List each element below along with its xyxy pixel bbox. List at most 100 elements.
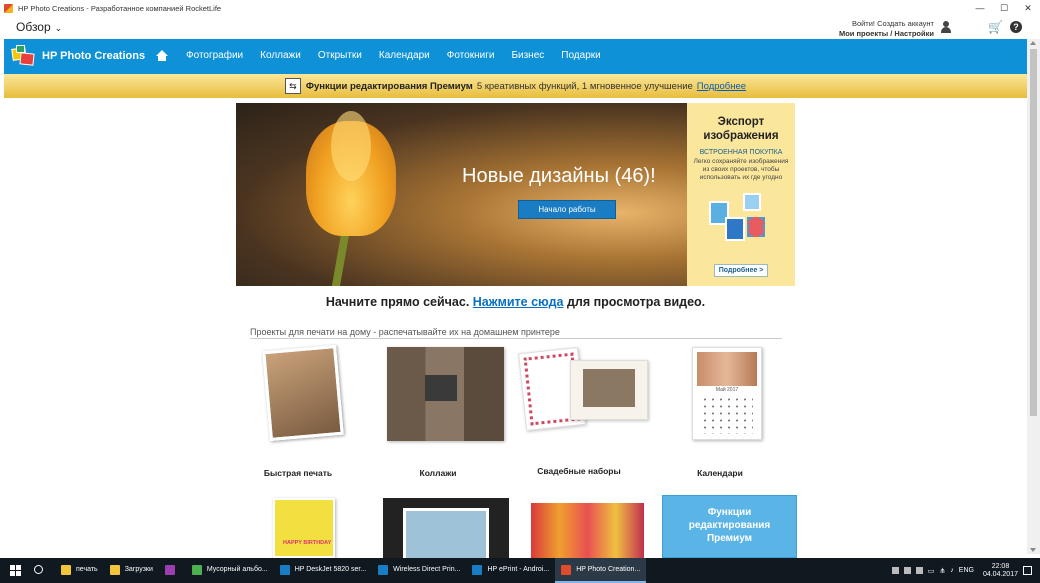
overview-label: Обзор — [16, 20, 51, 34]
calendar-image[interactable]: Май 2017 — [692, 347, 762, 440]
collages-label[interactable]: Коллажи — [373, 468, 503, 478]
vertical-scrollbar[interactable] — [1027, 39, 1040, 554]
premium-more-link[interactable]: Подробнее — [697, 81, 746, 92]
window-title: HP Photo Creations - Разработанное компа… — [18, 3, 222, 13]
calendar-month: Май 2017 — [715, 387, 739, 393]
promo-subtitle: ВСТРОЕННАЯ ПОКУПКА — [699, 149, 783, 156]
nav-item-cards[interactable]: Открытки — [318, 50, 362, 61]
volume-icon[interactable]: ♪ — [950, 567, 954, 574]
account-links: Войти! Создать аккаунт Мои проекты / Нас… — [839, 19, 934, 39]
birthday-card-text: HAPPY BIRTHDAY — [283, 540, 332, 546]
app-icon — [61, 564, 71, 575]
export-illustration — [709, 193, 771, 251]
windows-taskbar: печать Загрузки Мусорный альбо... HP DeskJe… — [0, 558, 1040, 583]
collages-image[interactable] — [387, 347, 504, 441]
video-link[interactable]: Нажмите сюда — [473, 295, 564, 309]
app-icon — [472, 564, 483, 575]
quick-print-image[interactable] — [262, 344, 344, 442]
taskbar-item[interactable]: Wireless Direct Prin... — [372, 558, 466, 583]
app-icon — [378, 564, 389, 575]
app-icon — [164, 564, 175, 575]
chevron-down-icon: ⌄ — [54, 23, 63, 33]
clock-time: 22:08 — [991, 562, 1010, 570]
export-promo[interactable]: Экспорт изображения ВСТРОЕННАЯ ПОКУПКА Л… — [687, 103, 795, 286]
my-projects-link[interactable]: Мои проекты / Настройки — [839, 29, 934, 39]
home-icon[interactable] — [156, 50, 168, 61]
nav-menu: Фотографии Коллажи Открытки Календари Фо… — [186, 50, 601, 61]
taskbar-item[interactable] — [159, 558, 186, 583]
clock-date: 04.04.2017 — [982, 570, 1018, 578]
close-button[interactable]: ✕ — [1016, 0, 1040, 16]
brand-name[interactable]: HP Photo Creations — [42, 50, 145, 62]
battery-icon[interactable]: ▭ — [928, 567, 935, 575]
promo-description: Легко сохраняйте изображения из своих пр… — [693, 158, 789, 181]
birthday-card-image[interactable]: HAPPY BIRTHDAY — [273, 498, 335, 558]
hero-banner[interactable]: Новые дизайны (46)! Начало работы — [236, 103, 687, 286]
scroll-up-arrow-icon[interactable] — [1030, 41, 1036, 45]
taskbar-items: печать Загрузки Мусорный альбо... HP DeskJe… — [55, 558, 647, 583]
taskbar-item[interactable]: Загрузки — [104, 558, 159, 583]
nav-item-business[interactable]: Бизнес — [511, 50, 544, 61]
app-window: HP Photo Creations - Разработанное компа… — [0, 0, 1040, 583]
tray-icon[interactable] — [903, 567, 911, 574]
photo-prints-image[interactable] — [383, 498, 509, 564]
app-icon — [109, 564, 120, 575]
app-icon — [561, 564, 572, 575]
scroll-thumb[interactable] — [1030, 49, 1037, 416]
windows-start-icon[interactable] — [10, 565, 21, 576]
promo-more-button[interactable]: Подробнее > — [714, 264, 768, 277]
taskbar-item[interactable]: HP ePrint - Androi... — [466, 558, 555, 583]
premium-banner: ⇆ Функции редактирования Премиум 5 креат… — [4, 74, 1027, 98]
tray-icon[interactable] — [915, 567, 923, 574]
overview-dropdown[interactable]: Обзор ⌄ — [16, 20, 62, 34]
nav-item-calendars[interactable]: Календари — [379, 50, 430, 61]
tulip-stem-image — [329, 227, 351, 286]
main-nav: HP Photo Creations Фотографии Коллажи От… — [4, 39, 1027, 74]
feature-line2: редактирования — [688, 520, 771, 531]
taskbar-item-label: Wireless Direct Prin... — [393, 566, 461, 573]
clock[interactable]: 22:08 04.04.2017 — [983, 563, 1018, 579]
nav-item-gifts[interactable]: Подарки — [561, 50, 600, 61]
taskbar-item[interactable]: HP Photo Creation... — [555, 558, 647, 583]
nav-item-collages[interactable]: Коллажи — [260, 50, 301, 61]
search-icon[interactable] — [34, 565, 43, 574]
app-icon — [191, 564, 202, 575]
promo-title-line2: изображения — [703, 130, 779, 142]
promo-title: Экспорт изображения — [687, 115, 795, 143]
wedding-sets-label[interactable]: Свадебные наборы — [514, 466, 644, 476]
top-toolbar: Обзор ⌄ Войти! Создать аккаунт Мои проект… — [0, 16, 1040, 39]
language-indicator[interactable]: ENG — [959, 567, 974, 574]
taskbar-item-label: HP DeskJet 5820 ser... — [294, 566, 367, 573]
quick-print-label[interactable]: Быстрая печать — [233, 468, 363, 478]
wedding-photo-image[interactable] — [570, 360, 648, 420]
hero-title: Новые дизайны (46)! — [462, 165, 656, 187]
title-bar: HP Photo Creations - Разработанное компа… — [0, 0, 1040, 16]
login-link[interactable]: Войти! Создать аккаунт — [839, 19, 934, 29]
tulip-image — [306, 111, 396, 236]
help-icon[interactable]: ? — [1010, 21, 1022, 33]
taskbar-item[interactable]: Мусорный альбо... — [186, 558, 274, 583]
minimize-button[interactable]: — — [968, 0, 992, 16]
video-prompt-prefix: Начните прямо сейчас. — [325, 295, 470, 309]
taskbar-item[interactable]: печать — [55, 558, 104, 583]
premium-features-tile[interactable]: Функции редактирования Премиум — [662, 495, 797, 558]
nav-item-photobooks[interactable]: Фотокниги — [447, 50, 495, 61]
cart-icon[interactable]: 🛒 — [988, 21, 1003, 33]
taskbar-item-label: печать — [76, 566, 98, 573]
taskbar-item[interactable]: HP DeskJet 5820 ser... — [274, 558, 372, 583]
tray-icon[interactable] — [891, 567, 899, 574]
calendars-label[interactable]: Календари — [655, 468, 785, 478]
scroll-down-arrow-icon[interactable] — [1030, 548, 1036, 552]
sliders-icon: ⇆ — [284, 78, 301, 94]
get-started-button[interactable]: Начало работы — [518, 200, 616, 219]
notifications-icon[interactable] — [1023, 566, 1032, 575]
hp-photo-creations-logo[interactable] — [11, 45, 36, 67]
nav-item-photos[interactable]: Фотографии — [186, 50, 243, 61]
system-tray: ▭ ⋔ ♪ ENG 22:08 04.04.2017 — [891, 558, 1032, 583]
maximize-button[interactable]: ☐ — [992, 0, 1016, 16]
user-icon[interactable] — [941, 21, 953, 33]
flowers-image[interactable] — [531, 503, 644, 558]
network-icon[interactable]: ⋔ — [939, 567, 945, 575]
premium-text: 5 креативных функций, 1 мгновенное улучш… — [476, 80, 693, 92]
premium-title: Функции редактирования Премиум — [305, 80, 473, 92]
